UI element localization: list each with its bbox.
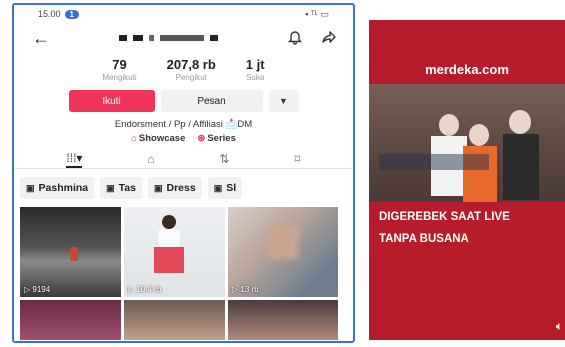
showcase-icon: ⌂ <box>131 133 137 144</box>
chip-dress[interactable]: ▣ Dress <box>147 177 202 199</box>
news-photo <box>369 84 565 202</box>
chip-pashmina[interactable]: ▣ Pashmina <box>20 177 95 199</box>
playlist-icon: ▣ <box>26 182 35 193</box>
share-icon[interactable] <box>321 29 337 48</box>
stat-following[interactable]: 79 Mengikuti <box>102 57 136 82</box>
back-arrow-icon[interactable]: ← <box>32 29 50 47</box>
tab-repost-icon[interactable]: ⇅ <box>219 152 229 166</box>
content-tabs: ⁞⁞⁞▾ ⌂ ⇅ ⌑ <box>14 150 353 169</box>
chip-partial[interactable]: ▣ Sl <box>207 177 243 199</box>
news-headline: DIGEREBEK SAAT LIVE TANPA BUSANA <box>379 211 510 245</box>
status-bar: 15.00 1 ▪ ᵀᴸ ▭ <box>14 5 353 23</box>
video-thumbnail[interactable] <box>228 300 338 340</box>
profile-actions: Ikuti Pesan ▼ <box>14 90 353 112</box>
video-thumbnail[interactable]: ▷ 10,4 rb <box>124 207 225 297</box>
top-bar: ← <box>14 23 353 53</box>
tab-saved-icon[interactable]: ⌑ <box>294 152 300 166</box>
speaker-icon[interactable]: 🔈︎ <box>556 319 563 334</box>
status-time: 15.00 <box>38 9 61 19</box>
stat-followers[interactable]: 207,8 rb Pengikut <box>167 57 216 82</box>
status-indicators: ▪ ᵀᴸ ▭ <box>305 8 329 19</box>
playlist-chips: ▣ Pashmina ▣ Tas ▣ Dress ▣ Sl <box>14 177 353 199</box>
bell-icon[interactable] <box>287 29 303 48</box>
playlist-icon: ▣ <box>153 182 163 193</box>
series-icon: ⊛ <box>197 133 206 144</box>
series-link[interactable]: ⊛ Series <box>197 133 236 144</box>
notification-badge: 1 <box>64 9 79 19</box>
video-thumbnail[interactable]: ▷ 9194 <box>20 207 121 297</box>
follow-button[interactable]: Ikuti <box>68 90 155 112</box>
more-dropdown-button[interactable]: ▼ <box>268 90 299 112</box>
video-thumbnail[interactable] <box>20 300 121 340</box>
playlist-icon: ▣ <box>106 182 115 193</box>
profile-bio: Endorsment / Pp / Affiliasi 📩DM <box>114 119 253 130</box>
censored-username <box>119 35 218 41</box>
tab-videos-grid-icon[interactable]: ⁞⁞⁞▾ <box>66 151 83 168</box>
tab-shop-icon[interactable]: ⌂ <box>147 152 154 166</box>
showcase-link[interactable]: ⌂ Showcase <box>131 133 185 144</box>
profile-stats: 79 Mengikuti 207,8 rb Pengikut 1 jt Suka <box>14 57 353 82</box>
video-grid: ▷ 9194 ▷ 10,4 rb ▷ 13 rb <box>20 207 351 347</box>
stat-likes[interactable]: 1 jt Suka <box>246 57 265 82</box>
chip-tas[interactable]: ▣ Tas <box>100 177 142 199</box>
news-logo: merdeka.com <box>425 62 509 77</box>
video-thumbnail[interactable]: ▷ 13 rb <box>228 207 338 297</box>
profile-links: ⌂ Showcase ⊛ Series <box>14 133 353 144</box>
video-thumbnail[interactable] <box>124 300 225 340</box>
news-video-card[interactable]: merdeka.com DIGEREBEK SAAT LIVE TANPA BU… <box>369 20 565 340</box>
playlist-icon: ▣ <box>213 182 223 193</box>
message-button[interactable]: Pesan <box>160 90 263 112</box>
